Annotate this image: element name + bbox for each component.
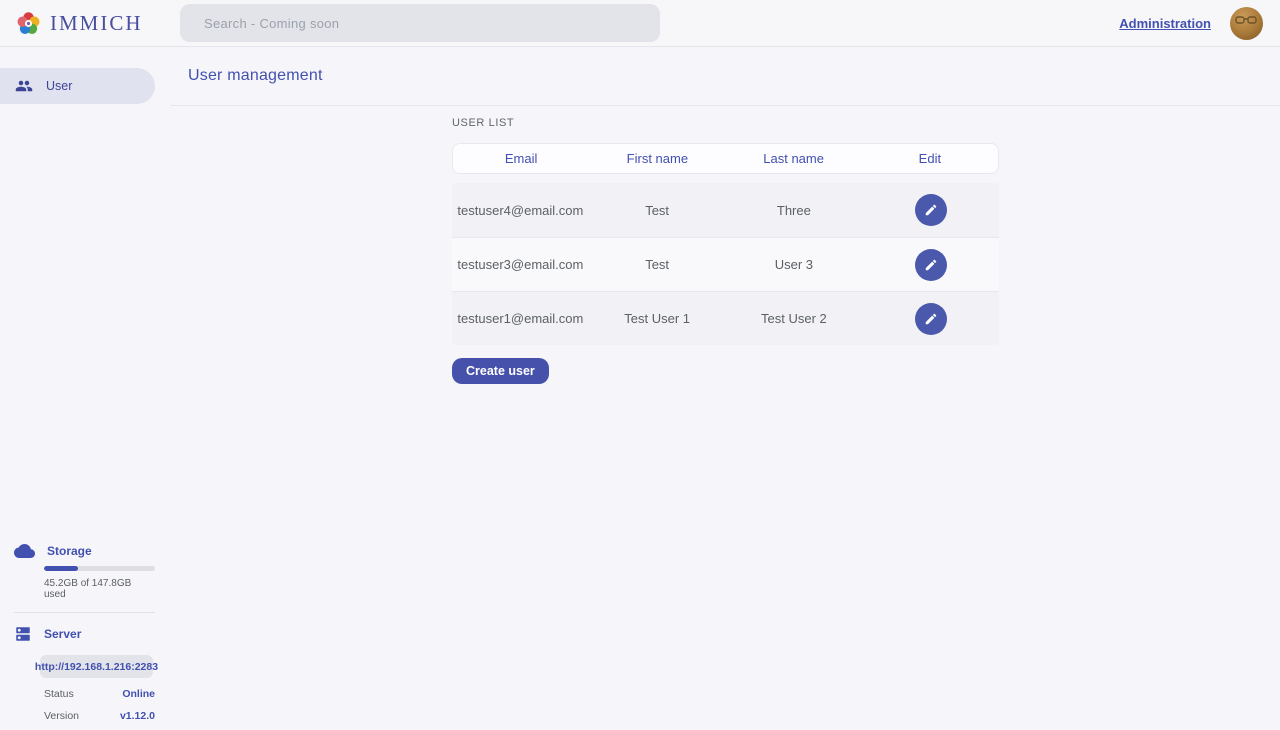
sidebar-item-label: User [46,79,72,93]
page-title: User management [188,67,323,85]
server-version-row: Version v1.12.0 [44,710,155,722]
create-user-button[interactable]: Create user [452,358,549,384]
sidebar-item-user[interactable]: User [0,68,155,104]
storage-usage-text: 45.2GB of 147.8GB used [44,578,155,600]
server-url: http://192.168.1.216:2283 [35,661,158,673]
cell-email: testuser3@email.com [452,257,589,272]
storage-section-header: Storage [0,543,155,558]
server-status-row: Status Online [44,688,155,700]
user-list-label: USER LIST [452,117,514,129]
pencil-icon [924,203,938,217]
cell-first-name: Test [589,203,726,218]
table-row: testuser3@email.com Test User 3 [452,237,999,291]
cell-last-name: Test User 2 [726,311,863,326]
col-header-last-name: Last name [726,151,862,166]
user-table: testuser4@email.com Test Three testuser3… [452,183,999,345]
server-title: Server [44,627,81,641]
cell-first-name: Test [589,257,726,272]
glasses-icon [1235,16,1258,26]
brand-wordmark: IMMICH [50,11,143,36]
edit-user-button[interactable] [915,303,947,335]
storage-progress-bar [44,566,155,571]
top-navbar: IMMICH Search - Coming soon Administrati… [0,0,1280,47]
table-row: testuser4@email.com Test Three [452,183,999,237]
cell-email: testuser4@email.com [452,203,589,218]
version-label: Version [44,710,79,722]
server-icon [14,625,32,643]
col-header-first-name: First name [589,151,725,166]
sidebar-divider [14,612,155,613]
server-url-chip: http://192.168.1.216:2283 [40,655,153,678]
cell-first-name: Test User 1 [589,311,726,326]
navbar-right: Administration [1119,7,1280,40]
storage-title: Storage [47,544,92,558]
user-table-header: Email First name Last name Edit [452,143,999,174]
pencil-icon [924,312,938,326]
search-bar[interactable]: Search - Coming soon [180,4,660,42]
version-value: v1.12.0 [120,710,155,722]
cell-last-name: User 3 [726,257,863,272]
col-header-email: Email [453,151,589,166]
user-avatar[interactable] [1230,7,1263,40]
page-title-bar: User management [171,47,1280,106]
cell-last-name: Three [726,203,863,218]
edit-user-button[interactable] [915,194,947,226]
cloud-icon [14,543,35,558]
edit-user-button[interactable] [915,249,947,281]
sidebar: User Storage 45.2GB of 147.8GB used Serv… [0,47,171,730]
search-placeholder: Search - Coming soon [204,16,339,31]
administration-link[interactable]: Administration [1119,16,1211,31]
immich-logo-icon [15,10,42,37]
col-header-edit: Edit [862,151,998,166]
status-value: Online [122,688,155,700]
brand: IMMICH [0,10,165,37]
server-section-header: Server [0,625,155,643]
storage-progress-fill [44,566,78,571]
table-row: testuser1@email.com Test User 1 Test Use… [452,291,999,345]
users-group-icon [15,77,33,95]
pencil-icon [924,258,938,272]
cell-email: testuser1@email.com [452,311,589,326]
sidebar-footer: Storage 45.2GB of 147.8GB used Server ht… [0,543,155,722]
status-label: Status [44,688,74,700]
